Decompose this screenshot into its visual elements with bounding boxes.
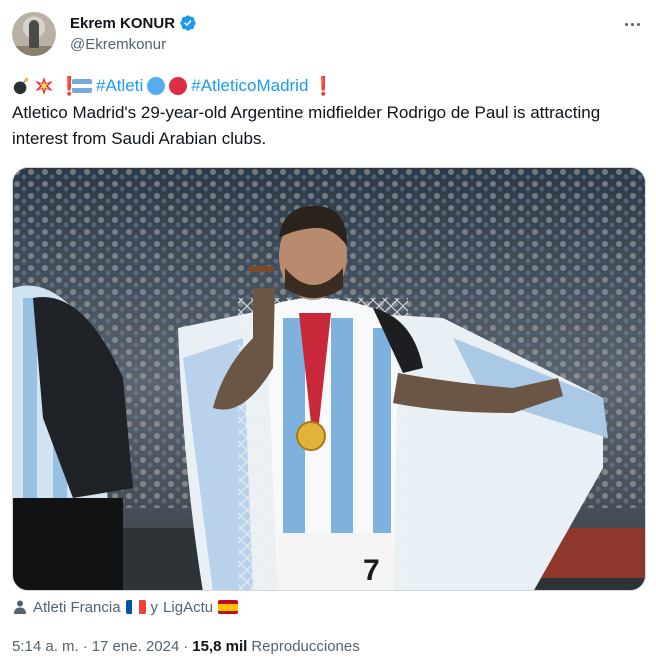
tweet-text: Atletico Madrid's 29-year-old Argentine … <box>12 103 601 148</box>
hashtag-atleticomadrid[interactable]: #AtleticoMadrid <box>191 76 308 96</box>
views-count: 15,8 mil <box>192 638 248 655</box>
tweet-photo[interactable]: 7 <box>12 167 646 591</box>
shirt-number: 7 <box>363 554 380 587</box>
spain-flag-icon <box>218 600 239 614</box>
meta-separator: · <box>183 638 189 655</box>
hashtag-atleti[interactable]: #Atleti <box>96 76 143 96</box>
verified-badge-icon <box>180 15 196 31</box>
red-circle-icon <box>169 77 188 95</box>
author-display-name[interactable]: Ekrem KONUR <box>70 15 175 32</box>
tweet-time[interactable]: 5:14 a. m. <box>12 638 79 655</box>
avatar[interactable] <box>12 12 56 56</box>
emoji-hashtag-line: ❗ #Atleti #AtleticoMadrid ❗ <box>12 74 335 98</box>
image-source-line: Atleti Francia y LigActu <box>12 597 239 617</box>
collision-icon <box>35 77 53 95</box>
tweet-date[interactable]: 17 ene. 2024 <box>92 638 180 655</box>
person-icon <box>14 600 26 614</box>
author-name-row: Ekrem KONUR <box>70 14 197 32</box>
photo-illustration: 7 <box>13 168 645 590</box>
argentina-flag-icon <box>72 79 92 93</box>
exclamation-icon: ❗ <box>58 75 81 96</box>
tweet-meta: 5:14 a. m. · 17 ene. 2024 · 15,8 mil Rep… <box>12 638 360 655</box>
source-name-b[interactable]: LigActu <box>163 599 213 616</box>
source-joiner: y <box>150 598 159 616</box>
exclamation-icon: ❗ <box>312 75 335 96</box>
bomb-icon <box>13 77 29 95</box>
author-handle[interactable]: @Ekremkonur <box>70 36 166 53</box>
views-label: Reproducciones <box>251 638 360 655</box>
tweet-header: Ekrem KONUR @Ekremkonur <box>12 10 644 58</box>
meta-separator: · <box>82 638 88 655</box>
blue-circle-icon <box>147 77 166 95</box>
source-name-a[interactable]: Atleti Francia <box>33 599 121 616</box>
france-flag-icon <box>125 600 146 614</box>
more-options-icon[interactable] <box>620 16 644 32</box>
